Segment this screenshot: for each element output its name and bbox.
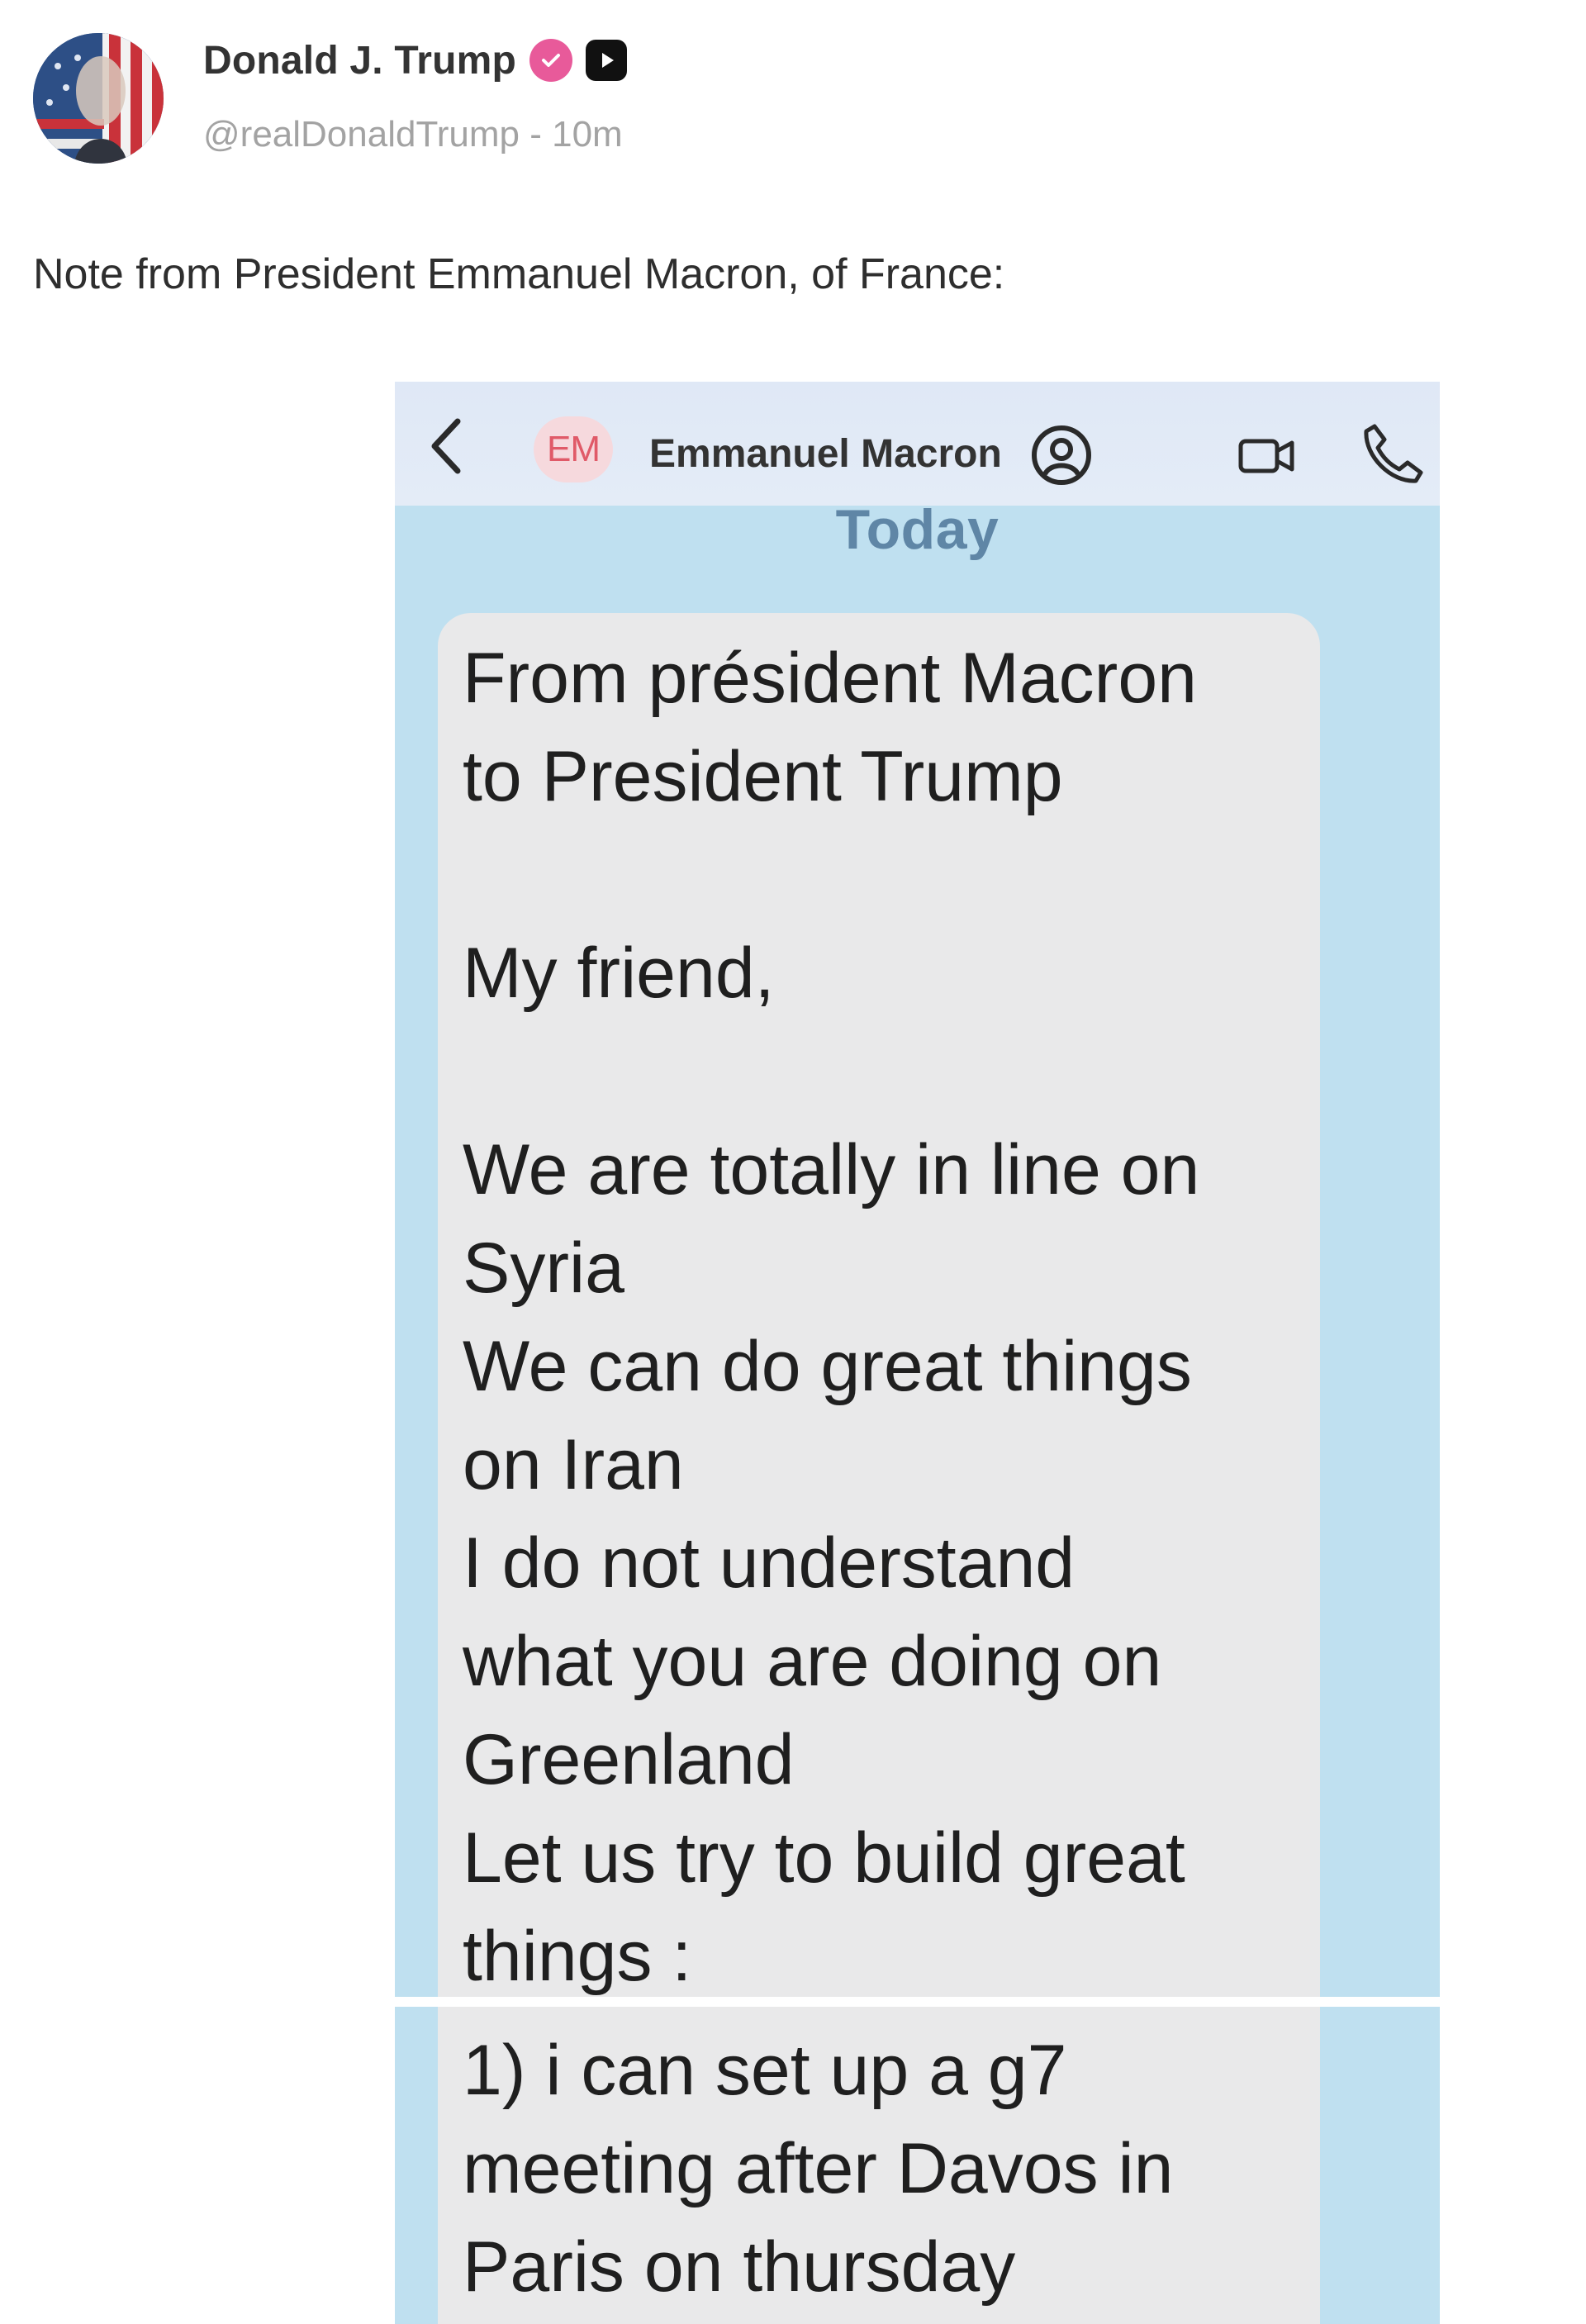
contact-person-icon bbox=[1029, 423, 1094, 487]
meta-separator: - bbox=[529, 114, 542, 154]
message-text: From président Macron to President Trump… bbox=[463, 639, 1200, 1996]
screenshot-divider bbox=[395, 1997, 1440, 2007]
author-handle[interactable]: @realDonaldTrump bbox=[203, 114, 520, 154]
chat-header: EM Emmanuel Macron bbox=[395, 382, 1440, 506]
message-bubble-continued: 1) i can set up a g7 meeting after Davos… bbox=[438, 2007, 1320, 2324]
message-bubble: From président Macron to President Trump… bbox=[438, 613, 1320, 2001]
date-divider: Today bbox=[835, 498, 1000, 561]
author-name[interactable]: Donald J. Trump bbox=[203, 38, 516, 83]
post-text: Note from President Emmanuel Macron, of … bbox=[33, 250, 1005, 298]
phone-icon bbox=[1358, 420, 1424, 486]
post-meta: @realDonaldTrump - 10m bbox=[203, 114, 623, 155]
author-avatar[interactable] bbox=[33, 33, 164, 164]
media-play-icon bbox=[586, 40, 628, 81]
flag-portrait-icon bbox=[33, 33, 164, 164]
chevron-left-icon bbox=[420, 413, 477, 479]
contact-initials-avatar: EM bbox=[534, 416, 613, 482]
verified-badge-icon bbox=[529, 39, 573, 82]
attached-screenshot[interactable]: EM Emmanuel Macron Today From président … bbox=[395, 382, 1440, 2324]
video-camera-icon bbox=[1236, 425, 1299, 487]
message-text-continued: 1) i can set up a g7 meeting after Davos… bbox=[463, 2031, 1174, 2307]
contact-name: Emmanuel Macron bbox=[649, 432, 1002, 476]
post-timestamp[interactable]: 10m bbox=[552, 114, 623, 154]
author-line: Donald J. Trump bbox=[203, 31, 628, 89]
